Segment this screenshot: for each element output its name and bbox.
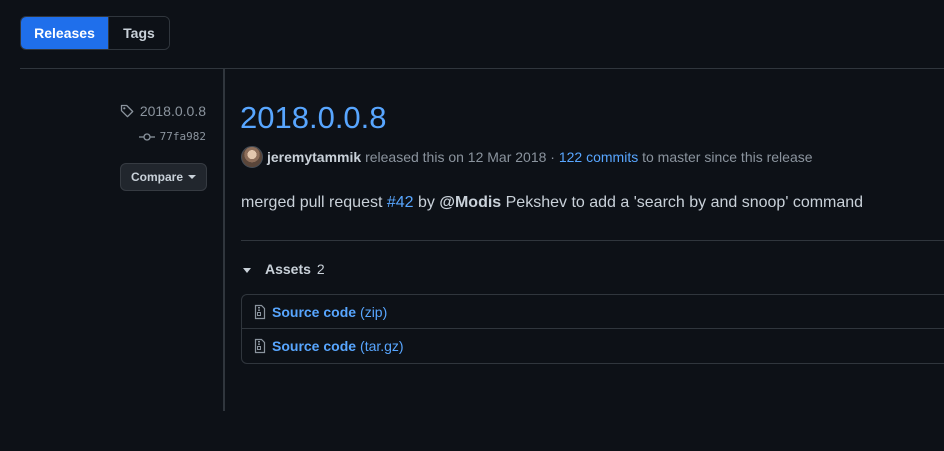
release-tabs: Releases Tags <box>20 16 170 50</box>
chevron-down-icon <box>188 175 196 179</box>
release-notes: merged pull request #42 by @Modis Pekshe… <box>241 194 863 212</box>
pull-request-link[interactable]: #42 <box>387 194 414 211</box>
tag-name: 2018.0.0.8 <box>139 103 206 119</box>
assets-count: 2 <box>316 261 325 277</box>
release-commit-link[interactable]: 77fa982 <box>138 130 206 143</box>
avatar[interactable] <box>241 146 263 168</box>
asset-name: Source code <box>272 303 357 320</box>
file-zip-icon <box>254 304 266 319</box>
compare-button[interactable]: Compare <box>120 163 207 191</box>
tab-releases[interactable]: Releases <box>21 17 108 49</box>
asset-extension: (zip) <box>360 303 388 320</box>
release-meta: jeremytammik released this on 12 Mar 201… <box>241 146 813 168</box>
assets-list: Source code (zip) Source code (tar.gz) <box>241 294 944 364</box>
release-tag-link[interactable]: 2018.0.0.8 <box>119 103 206 119</box>
tag-icon <box>120 104 134 118</box>
commits-link[interactable]: 122 commits <box>559 149 638 165</box>
notes-by: by <box>413 194 440 211</box>
compare-label: Compare <box>130 170 183 184</box>
notes-prefix: merged pull request <box>241 194 387 211</box>
asset-name: Source code <box>272 337 357 354</box>
tab-tags[interactable]: Tags <box>108 17 169 49</box>
body-divider <box>241 240 944 241</box>
asset-extension: (tar.gz) <box>360 337 404 354</box>
commits-suffix: to master since this release <box>642 149 813 165</box>
notes-suffix: Pekshev to add a 'search by and snoop' c… <box>501 194 864 211</box>
meta-separator: · <box>546 149 559 165</box>
header-divider <box>20 68 944 69</box>
commit-icon <box>138 132 155 141</box>
author-link[interactable]: jeremytammik <box>267 149 361 165</box>
timeline-line <box>223 69 225 411</box>
released-text: released this on 12 Mar 2018 <box>365 149 547 165</box>
asset-source-zip[interactable]: Source code (zip) <box>242 295 944 328</box>
asset-source-targz[interactable]: Source code (tar.gz) <box>242 328 944 362</box>
triangle-down-icon <box>243 267 251 273</box>
file-zip-icon <box>254 338 266 353</box>
commit-sha: 77fa982 <box>159 130 206 143</box>
release-title[interactable]: 2018.0.0.8 <box>240 98 387 138</box>
user-mention-link[interactable]: @Modis <box>439 194 501 211</box>
assets-toggle[interactable]: Assets 2 <box>243 259 325 279</box>
assets-label: Assets <box>265 261 311 277</box>
